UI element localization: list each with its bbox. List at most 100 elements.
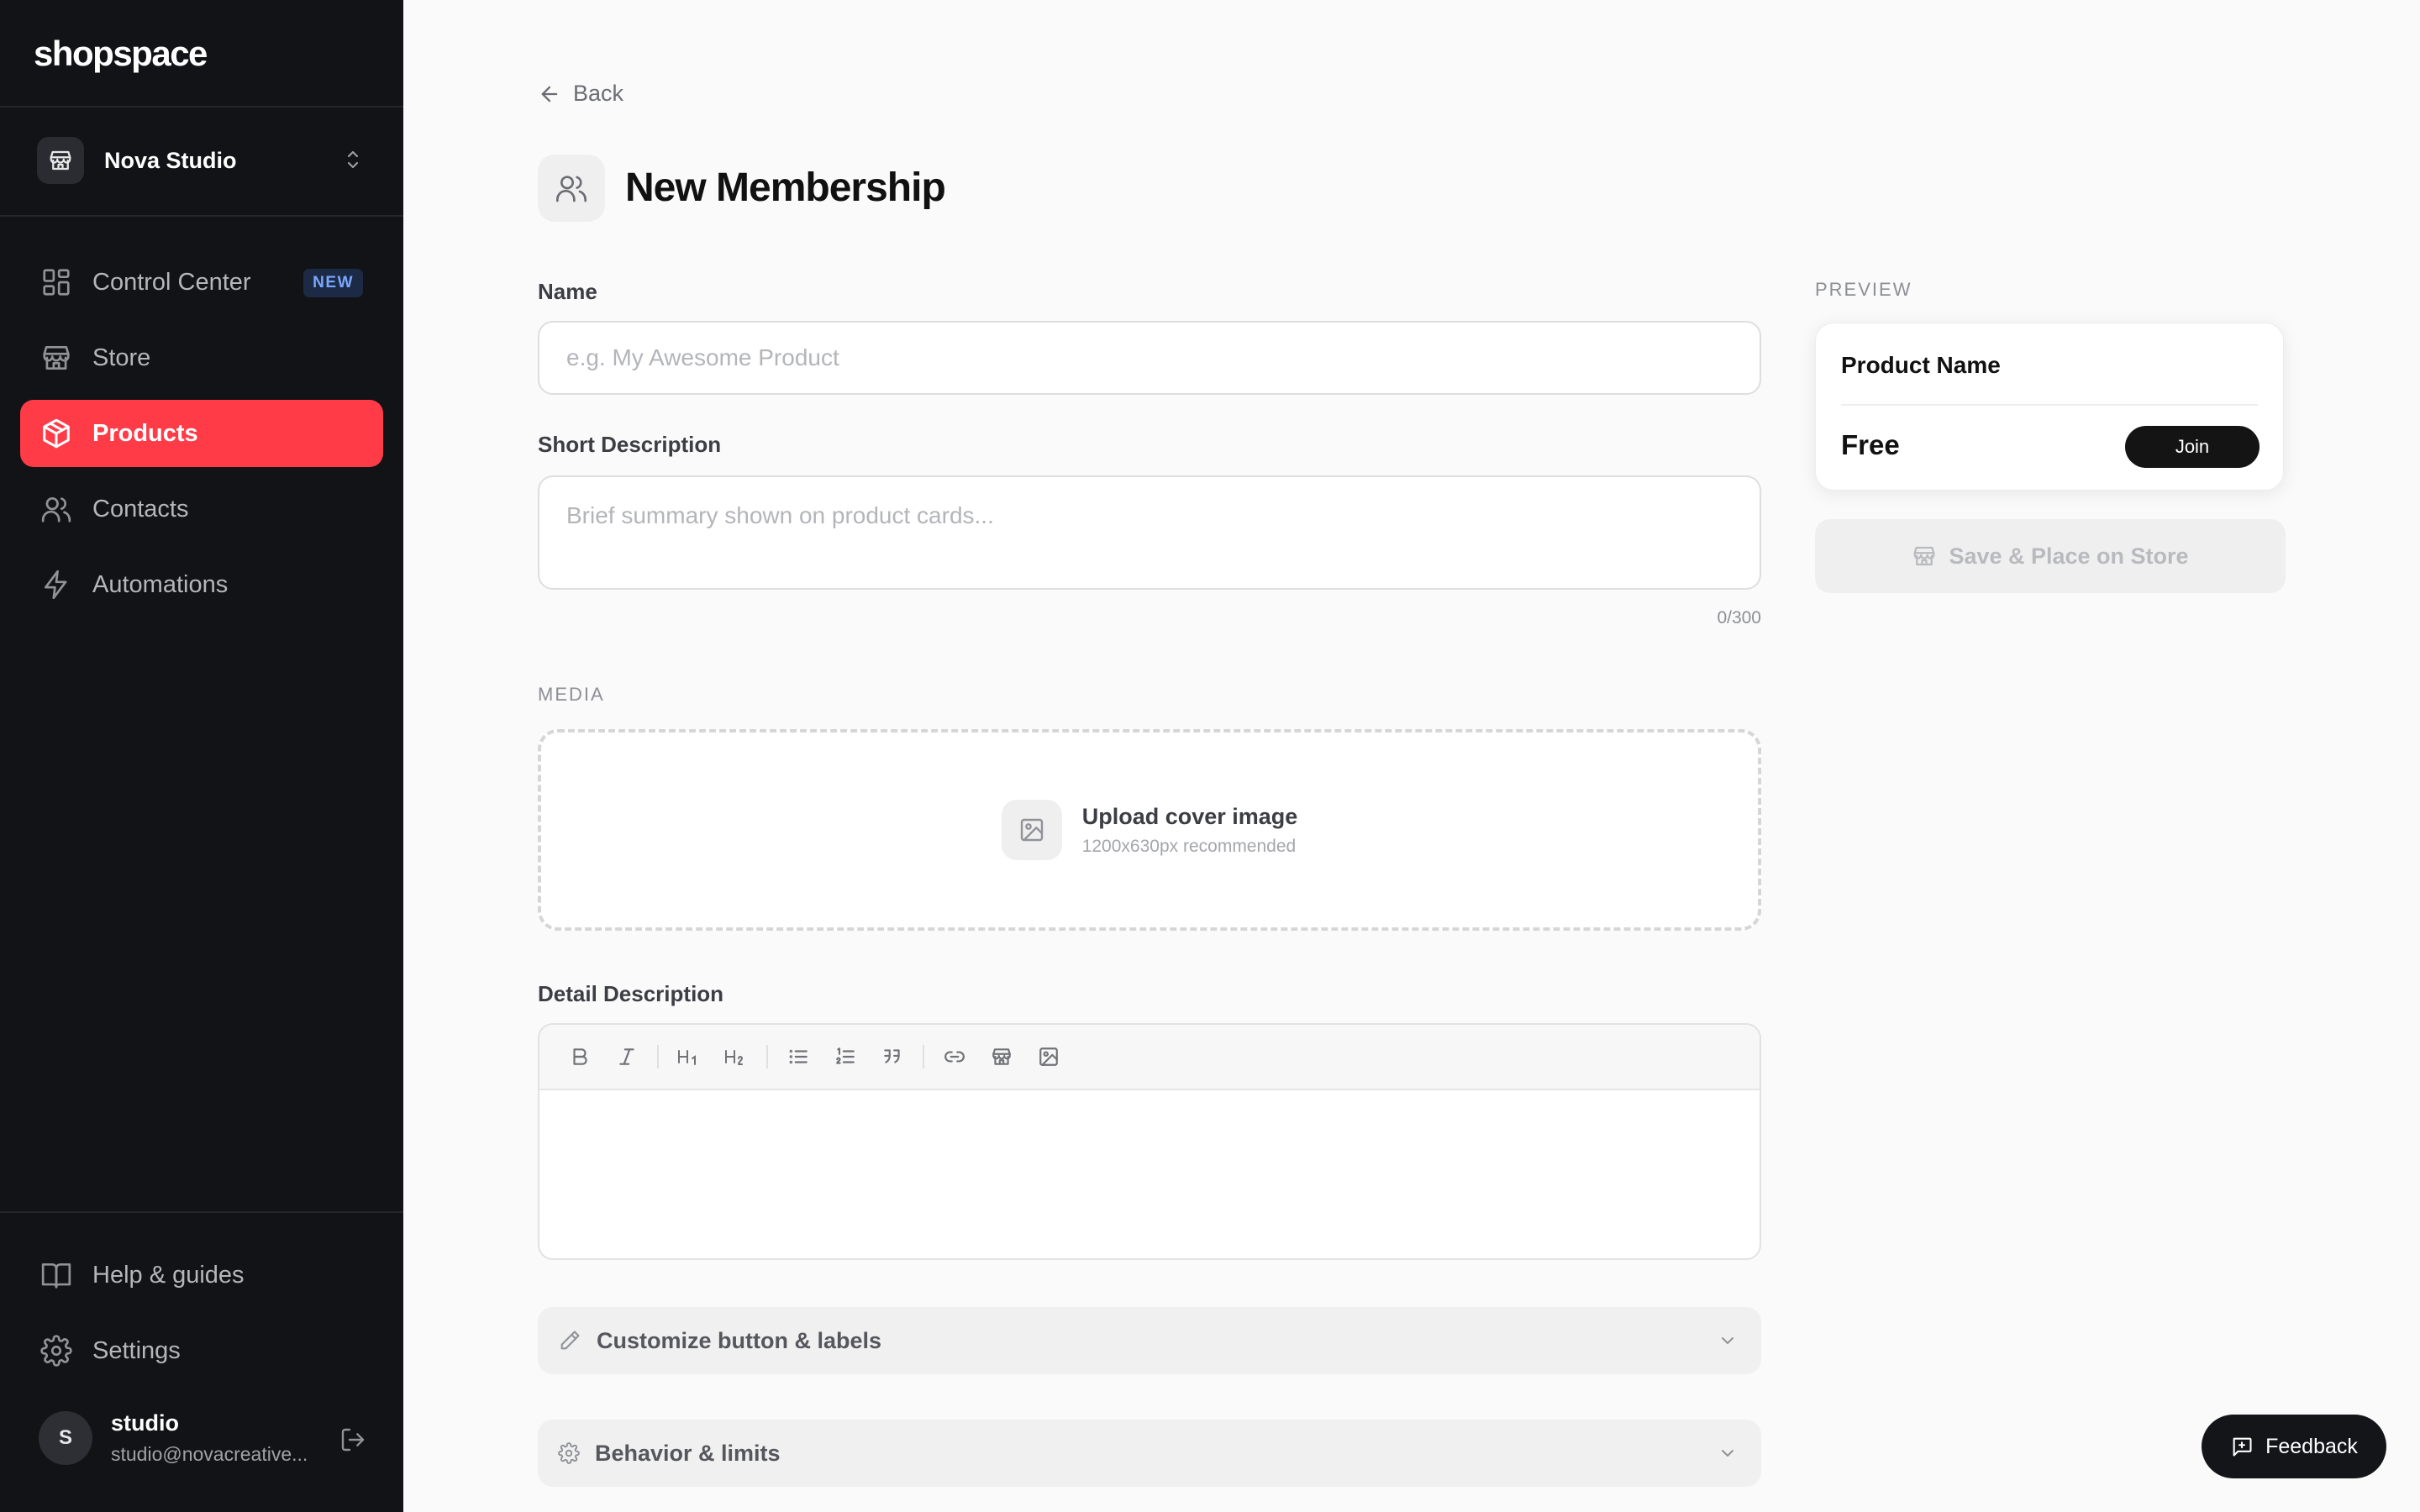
bold-icon bbox=[573, 1048, 587, 1065]
users-icon bbox=[556, 176, 587, 202]
join-button[interactable]: Join bbox=[2125, 426, 2260, 468]
store-embed-button[interactable] bbox=[981, 1037, 1022, 1077]
name-label: Name bbox=[538, 279, 597, 304]
italic-icon bbox=[619, 1048, 634, 1065]
sidebar-item-label: Store bbox=[92, 344, 151, 371]
cover-image-dropzone[interactable]: Upload cover image 1200x630px recommende… bbox=[538, 729, 1761, 931]
sidebar-nav: Control Center NEW Store Products Contac… bbox=[20, 249, 383, 627]
save-place-on-store-button[interactable]: Save & Place on Store bbox=[1815, 519, 2286, 593]
sidebar-item-label: Settings bbox=[92, 1336, 181, 1364]
chevron-down-icon bbox=[1722, 1337, 1733, 1344]
product-preview-card: Product Name Free Join bbox=[1815, 323, 2284, 491]
gear-icon bbox=[558, 1442, 580, 1464]
store-icon bbox=[43, 345, 70, 370]
sidebar-item-products[interactable]: Products bbox=[20, 400, 383, 467]
user-name: studio bbox=[111, 1410, 179, 1436]
arrow-left-icon bbox=[541, 86, 558, 102]
sidebar-divider bbox=[0, 215, 403, 217]
sidebar-item-settings[interactable]: Settings bbox=[20, 1317, 383, 1384]
link-icon bbox=[944, 1051, 965, 1063]
sidebar-item-contacts[interactable]: Contacts bbox=[20, 475, 383, 543]
short-description-input[interactable] bbox=[538, 475, 1761, 590]
preview-section-label: PREVIEW bbox=[1815, 279, 1912, 300]
char-counter: 0/300 bbox=[1717, 608, 1761, 627]
toolbar-separator bbox=[657, 1045, 659, 1068]
page-title: New Membership bbox=[625, 165, 946, 210]
store-avatar bbox=[37, 137, 84, 184]
preview-price: Free bbox=[1841, 429, 1900, 460]
sidebar-item-store[interactable]: Store bbox=[20, 324, 383, 391]
back-label: Back bbox=[573, 81, 624, 106]
feedback-button[interactable]: Feedback bbox=[2202, 1415, 2386, 1478]
sidebar-item-label: Contacts bbox=[92, 495, 189, 522]
heading-1-button[interactable] bbox=[669, 1037, 709, 1077]
accordion-label: Behavior & limits bbox=[595, 1440, 781, 1466]
sidebar-item-label: Products bbox=[92, 419, 198, 447]
user-email: studio@novacreative... bbox=[111, 1443, 308, 1465]
upload-text: Upload cover image 1200x630px recommende… bbox=[1082, 804, 1298, 857]
image-button[interactable] bbox=[1028, 1037, 1069, 1077]
italic-button[interactable] bbox=[607, 1037, 647, 1077]
bullet-list-button[interactable] bbox=[778, 1037, 818, 1077]
pencil-icon bbox=[560, 1331, 580, 1350]
upload-title: Upload cover image bbox=[1081, 803, 1298, 829]
back-link[interactable]: Back bbox=[538, 81, 623, 107]
quote-button[interactable] bbox=[872, 1037, 913, 1077]
behavior-limits-accordion[interactable]: Behavior & limits bbox=[538, 1420, 1761, 1487]
image-icon bbox=[1039, 1047, 1058, 1066]
sidebar-item-automations[interactable]: Automations bbox=[20, 551, 383, 618]
sidebar-item-control-center[interactable]: Control Center NEW bbox=[20, 249, 383, 316]
save-button-label: Save & Place on Store bbox=[1949, 543, 2189, 569]
bullet-list-icon bbox=[789, 1049, 808, 1064]
store-icon bbox=[50, 150, 71, 171]
media-section-label: MEDIA bbox=[538, 684, 605, 705]
users-icon bbox=[41, 496, 71, 522]
box-icon bbox=[43, 418, 70, 449]
heading-2-button[interactable] bbox=[716, 1037, 756, 1077]
chevron-updown-icon bbox=[347, 150, 359, 169]
rich-text-editor bbox=[538, 1023, 1761, 1260]
store-icon bbox=[992, 1048, 1011, 1065]
grid-icon bbox=[43, 269, 70, 296]
feedback-label: Feedback bbox=[2265, 1434, 2358, 1458]
accordion-label: Customize button & labels bbox=[597, 1327, 882, 1353]
user-info: studio studio@novacreative... bbox=[111, 1410, 308, 1466]
preview-divider bbox=[1841, 404, 2258, 406]
toolbar-separator bbox=[923, 1045, 924, 1068]
short-description-label: Short Description bbox=[538, 432, 722, 457]
numbered-list-button[interactable] bbox=[825, 1037, 865, 1077]
gear-icon bbox=[40, 1335, 72, 1367]
avatar: S bbox=[39, 1411, 92, 1465]
heading-1-icon bbox=[678, 1050, 696, 1065]
customize-button-labels-accordion[interactable]: Customize button & labels bbox=[538, 1307, 1761, 1374]
book-icon bbox=[41, 1263, 71, 1289]
heading-2-icon bbox=[725, 1050, 743, 1065]
sidebar: shopspace Nova Studio Control Center NEW… bbox=[0, 0, 403, 1512]
chevron-down-icon bbox=[1722, 1450, 1733, 1457]
sidebar-item-label: Control Center bbox=[92, 268, 251, 296]
editor-body[interactable] bbox=[539, 1090, 1760, 1258]
user-profile[interactable]: S studio studio@novacreative... bbox=[39, 1404, 370, 1472]
link-button[interactable] bbox=[934, 1037, 975, 1077]
detail-description-label: Detail Description bbox=[538, 981, 724, 1006]
app-logo[interactable]: shopspace bbox=[34, 34, 208, 74]
preview-product-name: Product Name bbox=[1841, 352, 2001, 378]
store-name: Nova Studio bbox=[104, 147, 237, 173]
sidebar-item-help[interactable]: Help & guides bbox=[20, 1242, 383, 1309]
sidebar-bottom-nav: Help & guides Settings bbox=[20, 1242, 383, 1393]
image-icon-box bbox=[1001, 800, 1062, 860]
bold-button[interactable] bbox=[560, 1037, 600, 1077]
store-switcher[interactable]: Nova Studio bbox=[37, 133, 370, 188]
editor-toolbar bbox=[539, 1025, 1760, 1090]
message-plus-icon bbox=[2233, 1437, 2252, 1457]
name-input[interactable] bbox=[538, 321, 1761, 395]
image-icon bbox=[1020, 818, 1043, 842]
sidebar-item-label: Help & guides bbox=[92, 1261, 245, 1289]
quote-icon bbox=[884, 1049, 900, 1063]
sidebar-divider bbox=[0, 1211, 403, 1213]
toolbar-separator bbox=[766, 1045, 768, 1068]
title-icon-box bbox=[538, 155, 605, 222]
sidebar-divider bbox=[0, 106, 403, 108]
logout-icon[interactable] bbox=[339, 1426, 366, 1453]
bolt-icon bbox=[44, 570, 67, 600]
